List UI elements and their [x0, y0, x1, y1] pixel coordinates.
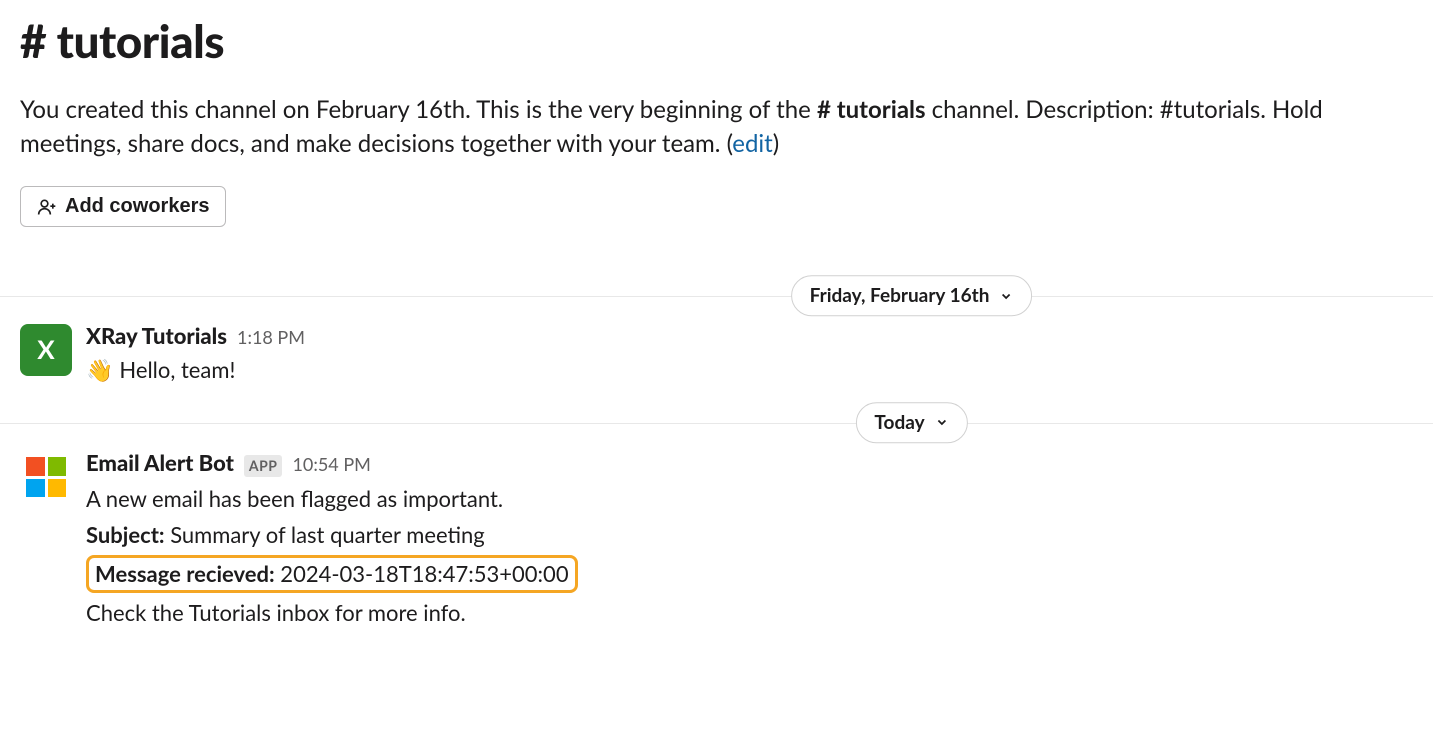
chevron-down-icon: [999, 289, 1013, 303]
edit-link[interactable]: edit: [732, 129, 772, 158]
avatar[interactable]: X: [20, 324, 72, 376]
message-body: Email Alert Bot APP 10:54 PM A new email…: [86, 447, 1413, 632]
add-person-icon: [37, 197, 57, 217]
message-line: Check the Tutorials inbox for more info.: [86, 597, 1413, 629]
message-text: 👋Hello, team!: [86, 354, 1413, 386]
divider-line: [0, 296, 1433, 297]
channel-desc-channel: # tutorials: [817, 95, 926, 124]
subject-label: Subject:: [86, 521, 165, 548]
divider-line: [0, 423, 1433, 424]
app-badge: APP: [244, 455, 283, 477]
message-line: Message recieved: 2024-03-18T18:47:53+00…: [86, 555, 1413, 593]
message-timestamp[interactable]: 1:18 PM: [237, 324, 305, 350]
date-pill-friday[interactable]: Friday, February 16th: [791, 275, 1033, 317]
add-coworkers-button[interactable]: Add coworkers: [20, 186, 226, 227]
logo-square: [48, 479, 67, 498]
date-label: Friday, February 16th: [810, 282, 990, 310]
channel-description: You created this channel on February 16t…: [20, 93, 1413, 163]
channel-title: # tutorials: [20, 8, 1413, 75]
microsoft-logo-icon[interactable]: [20, 451, 72, 503]
date-pill-today[interactable]: Today: [855, 402, 967, 444]
channel-name: tutorials: [57, 13, 225, 68]
message-body: XRay Tutorials 1:18 PM 👋Hello, team!: [86, 320, 1413, 386]
chevron-down-icon: [935, 416, 949, 430]
message-content: Hello, team!: [119, 356, 235, 383]
add-coworkers-label: Add coworkers: [65, 195, 209, 218]
message-row: Email Alert Bot APP 10:54 PM A new email…: [20, 423, 1413, 650]
channel-desc-prefix: You created this channel on February 16t…: [20, 95, 817, 124]
message-line: Subject: Summary of last quarter meeting: [86, 519, 1413, 551]
date-divider: Friday, February 16th: [20, 295, 1413, 296]
channel-header: # tutorials You created this channel on …: [20, 0, 1413, 227]
message-header: XRay Tutorials 1:18 PM: [86, 320, 1413, 352]
wave-emoji-icon: 👋: [86, 356, 113, 383]
sender-name[interactable]: Email Alert Bot: [86, 447, 234, 479]
hash-icon: #: [20, 13, 46, 68]
date-divider: Today: [20, 422, 1413, 423]
sender-name[interactable]: XRay Tutorials: [86, 320, 227, 352]
message-line: A new email has been flagged as importan…: [86, 483, 1413, 515]
subject-value: Summary of last quarter meeting: [165, 521, 485, 548]
message-text: A new email has been flagged as importan…: [86, 483, 1413, 629]
message-header: Email Alert Bot APP 10:54 PM: [86, 447, 1413, 479]
received-value: 2024-03-18T18:47:53+00:00: [275, 560, 569, 587]
avatar-letter: X: [37, 331, 54, 369]
logo-square: [26, 457, 45, 476]
message-row: X XRay Tutorials 1:18 PM 👋Hello, team!: [20, 296, 1413, 404]
message-timestamp[interactable]: 10:54 PM: [292, 451, 370, 477]
received-label: Message recieved:: [95, 560, 275, 587]
channel-desc-suffix2: ): [773, 129, 779, 158]
logo-square: [48, 457, 67, 476]
logo-square: [26, 479, 45, 498]
date-label: Today: [874, 409, 924, 437]
highlight-annotation: Message recieved: 2024-03-18T18:47:53+00…: [86, 555, 578, 593]
